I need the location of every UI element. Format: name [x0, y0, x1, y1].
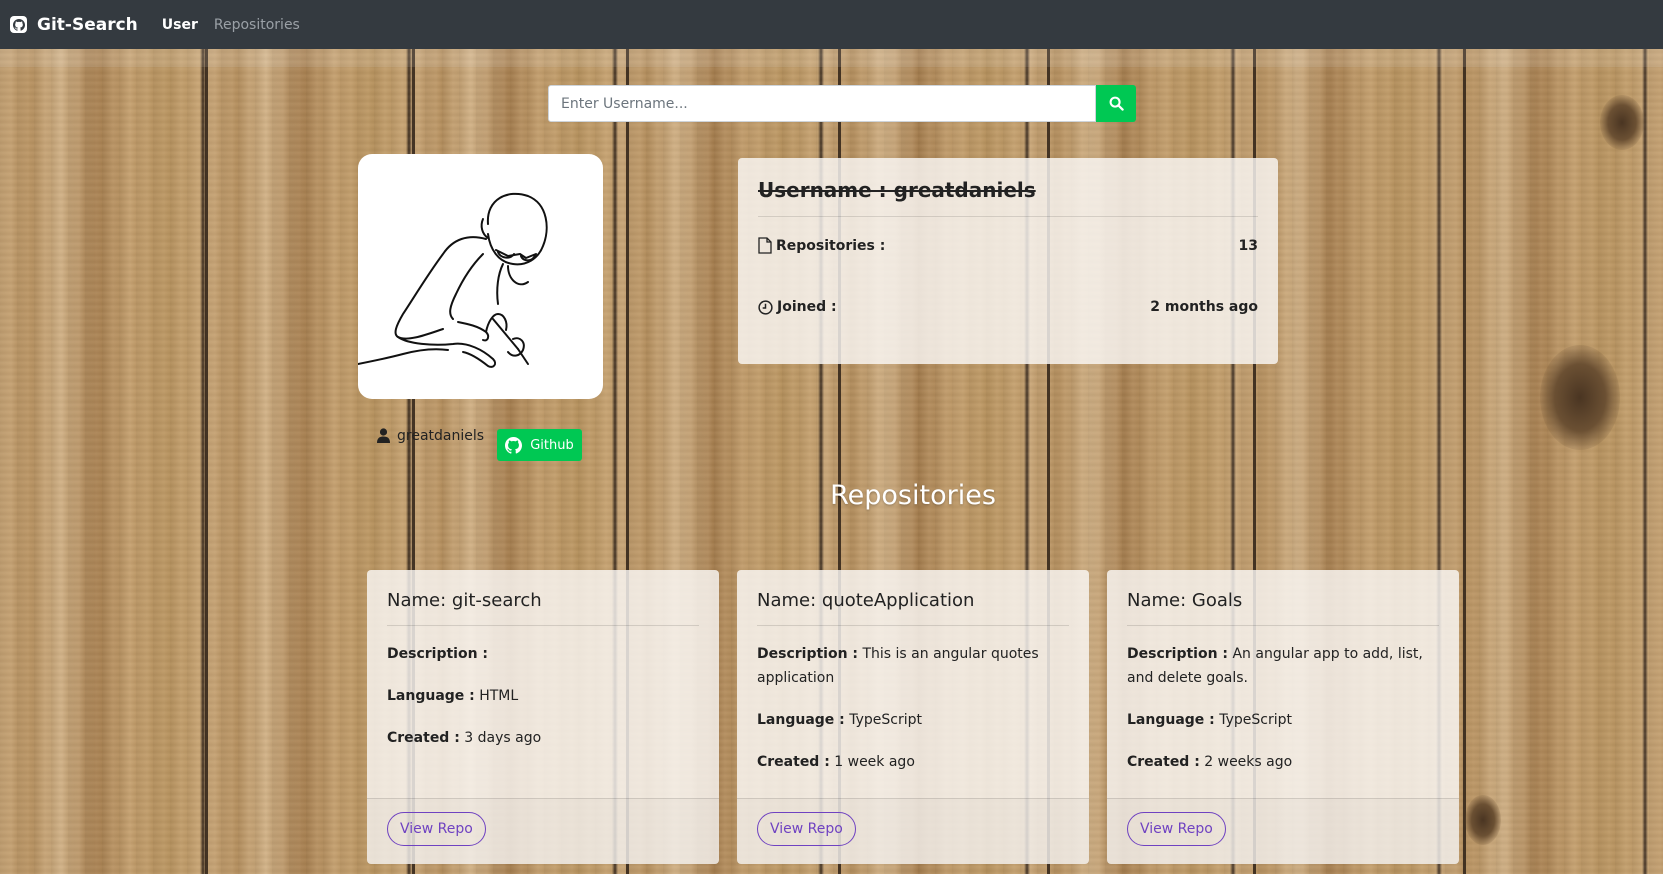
repositories-count: 13	[1238, 237, 1258, 254]
plank-divider	[1463, 49, 1466, 874]
repo-name: Name: quoteApplication	[757, 590, 1069, 626]
user-icon	[377, 428, 390, 443]
navbar: Git-Search User Repositories	[0, 0, 1663, 49]
created-label: Created :	[1127, 754, 1200, 770]
description-label: Description :	[387, 646, 489, 662]
username-text: greatdaniels	[397, 428, 485, 444]
search-form	[548, 85, 1136, 122]
repositories-heading: Repositories	[830, 480, 996, 511]
repo-created: Created : 2 weeks ago	[1127, 750, 1439, 774]
username-search-input[interactable]	[548, 85, 1096, 122]
created-label: Created :	[757, 754, 830, 770]
repo-name: Name: git-search	[387, 590, 699, 626]
github-label: Github	[530, 437, 574, 453]
clock-icon	[758, 299, 773, 315]
repo-card: Name: Goals Description : An angular app…	[1107, 570, 1459, 864]
github-profile-button[interactable]: Github	[497, 429, 582, 461]
file-icon	[758, 237, 772, 254]
plank-divider	[205, 49, 208, 874]
repo-card: Name: quoteApplication Description : Thi…	[737, 570, 1089, 864]
repo-name: Name: Goals	[1127, 590, 1439, 626]
repo-language: Language : TypeScript	[757, 708, 1069, 732]
repo-card-footer: View Repo	[367, 798, 719, 864]
created-value: 1 week ago	[834, 754, 915, 770]
repo-language: Language : TypeScript	[1127, 708, 1439, 732]
avatar-line-drawing	[358, 192, 548, 368]
description-label: Description :	[1127, 646, 1229, 662]
repo-card: Name: git-search Description : Language …	[367, 570, 719, 864]
joined-value: 2 months ago	[1150, 299, 1258, 315]
joined-label: Joined :	[777, 299, 837, 315]
nav-user[interactable]: User	[162, 17, 198, 33]
brand-label: Git-Search	[37, 14, 138, 35]
view-repo-button[interactable]: View Repo	[757, 812, 856, 846]
view-repo-button[interactable]: View Repo	[387, 812, 486, 846]
github-icon	[505, 436, 523, 454]
wood-knot	[1465, 795, 1501, 845]
brand[interactable]: Git-Search	[10, 15, 138, 35]
repo-created: Created : 3 days ago	[387, 726, 699, 750]
language-value: TypeScript	[849, 712, 922, 728]
language-value: HTML	[479, 688, 519, 704]
repositories-row: Repositories : 13	[758, 237, 1258, 254]
language-label: Language :	[387, 688, 475, 704]
repo-card-footer: View Repo	[737, 798, 1089, 864]
description-label: Description :	[757, 646, 859, 662]
search-icon	[1109, 96, 1124, 111]
created-label: Created :	[387, 730, 460, 746]
wood-knot	[1600, 95, 1644, 150]
repo-description: Description : An angular app to add, lis…	[1127, 642, 1439, 690]
github-logo-icon	[10, 16, 27, 33]
joined-row: Joined : 2 months ago	[758, 299, 1258, 315]
view-repo-button[interactable]: View Repo	[1127, 812, 1226, 846]
repo-created: Created : 1 week ago	[757, 750, 1069, 774]
repositories-label: Repositories :	[776, 237, 886, 254]
language-label: Language :	[1127, 712, 1215, 728]
search-button[interactable]	[1096, 85, 1136, 122]
repo-description: Description : This is an angular quotes …	[757, 642, 1069, 690]
info-username-title: Username : greatdaniels	[758, 178, 1258, 217]
language-label: Language :	[757, 712, 845, 728]
repo-description: Description :	[387, 642, 699, 666]
language-value: TypeScript	[1219, 712, 1292, 728]
user-info-card: Username : greatdaniels Repositories : 1…	[738, 158, 1278, 364]
created-value: 2 weeks ago	[1204, 754, 1293, 770]
username-line: greatdaniels	[377, 428, 484, 444]
created-value: 3 days ago	[464, 730, 542, 746]
wood-knot	[1540, 345, 1620, 450]
repo-card-footer: View Repo	[1107, 798, 1459, 864]
repo-language: Language : HTML	[387, 684, 699, 708]
nav-repositories[interactable]: Repositories	[214, 17, 300, 33]
top-band	[0, 49, 1663, 67]
avatar	[358, 154, 603, 399]
